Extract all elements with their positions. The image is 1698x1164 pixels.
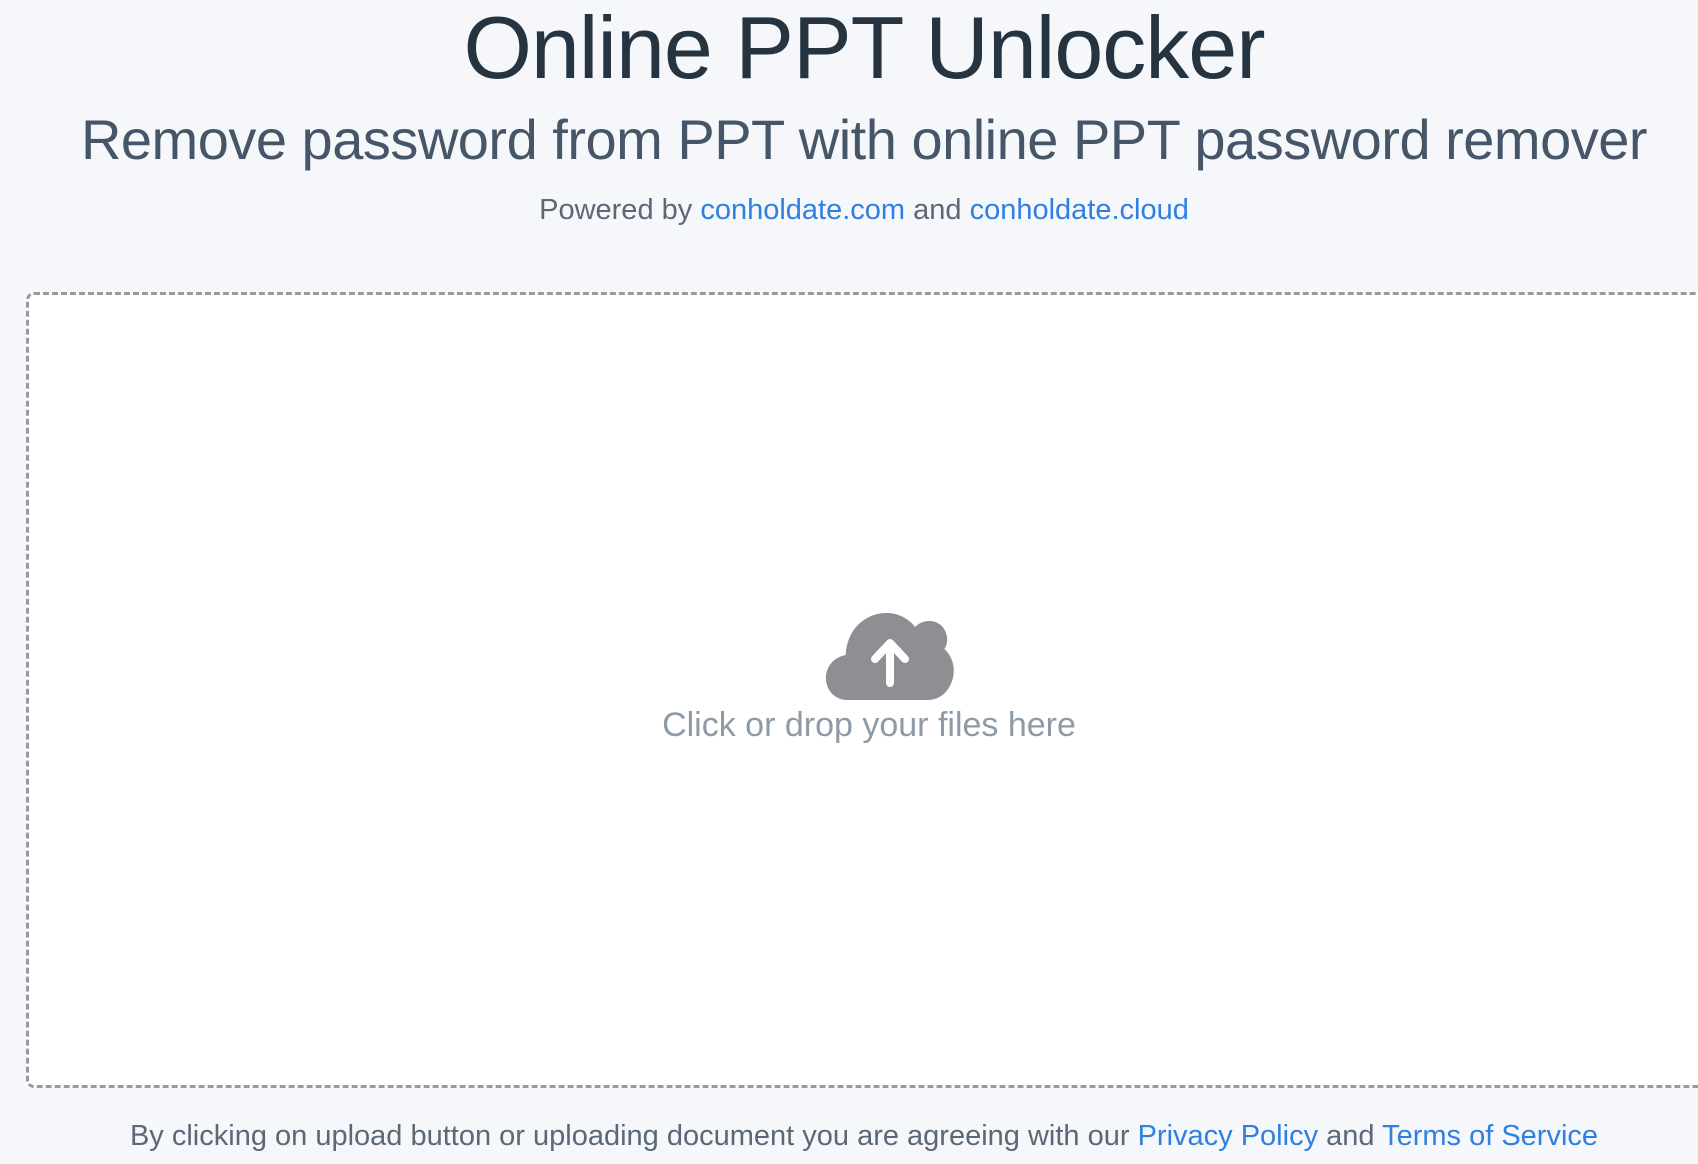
drop-zone-label: Click or drop your files here — [662, 706, 1076, 744]
conholdate-cloud-link[interactable]: conholdate.cloud — [970, 194, 1189, 226]
agreement-text: By clicking on upload button or uploadin… — [0, 1115, 1698, 1157]
cloud-upload-icon — [825, 613, 954, 700]
powered-by-line: Powered by conholdate.com and conholdate… — [0, 190, 1698, 230]
conholdate-com-link[interactable]: conholdate.com — [700, 194, 905, 226]
agreement-label: By clicking on upload button or uploadin… — [129, 1120, 1130, 1152]
file-drop-zone[interactable]: Click or drop your files here — [26, 292, 1698, 1088]
powered-by-label: Powered by — [539, 194, 693, 226]
agreement-and-text: and — [1326, 1120, 1375, 1152]
page-subtitle: Remove password from PPT with online PPT… — [80, 108, 1648, 171]
terms-of-service-link[interactable]: Terms of Service — [1382, 1120, 1598, 1152]
privacy-policy-link[interactable]: Privacy Policy — [1138, 1120, 1319, 1152]
powered-and-text: and — [913, 194, 962, 226]
page-title: Online PPT Unlocker — [463, 0, 1265, 97]
